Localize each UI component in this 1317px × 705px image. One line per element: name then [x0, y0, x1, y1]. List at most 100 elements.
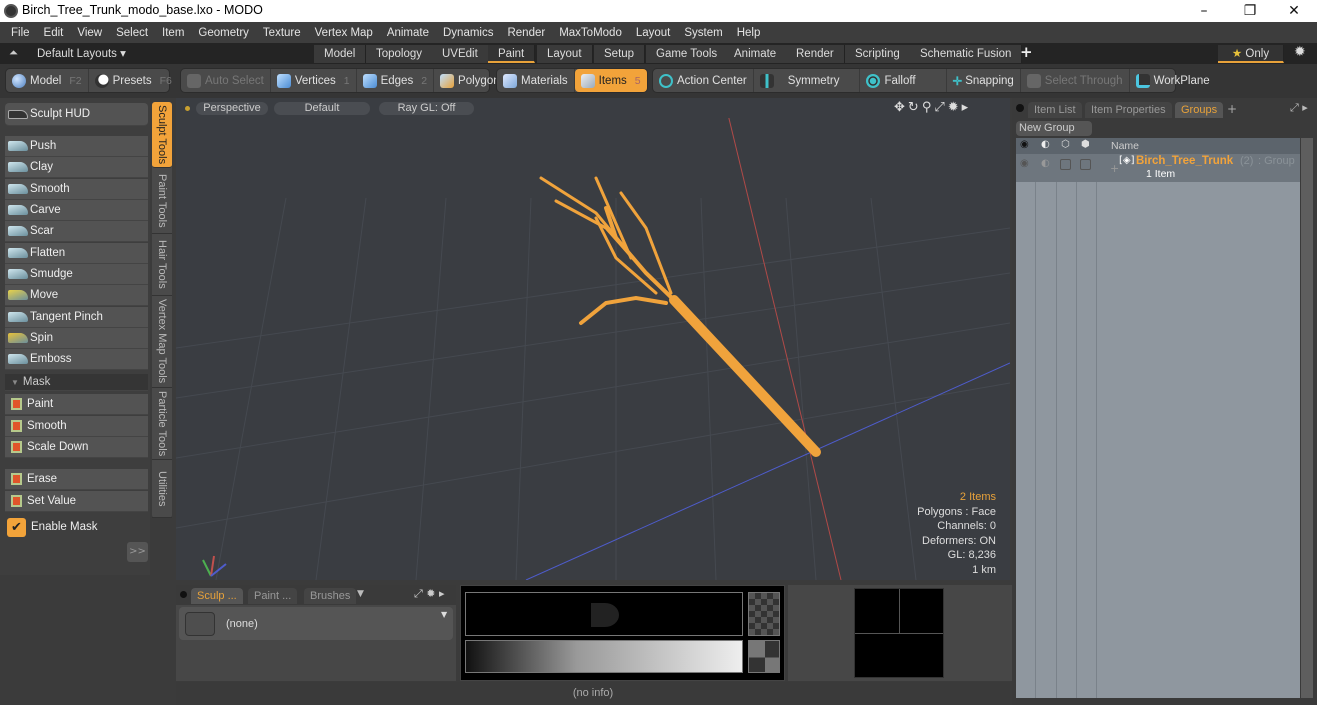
maximize-icon[interactable]: ⤢ [934, 100, 947, 115]
group-list-scrollbar[interactable] [1301, 138, 1313, 698]
edges-button[interactable]: Edges 2 [357, 69, 435, 92]
brush-falloff-gradient[interactable] [465, 640, 743, 673]
menu-view[interactable]: View [70, 27, 109, 39]
model-button[interactable]: Model F2 [6, 69, 89, 92]
auto-select-button[interactable]: Auto Select [181, 69, 271, 92]
layout-tab-paint[interactable]: Paint [488, 45, 536, 63]
pan-icon[interactable]: ✥ [894, 100, 908, 115]
panel-menu-icon[interactable] [1016, 104, 1024, 112]
tab-brushes[interactable]: Brushes [304, 588, 357, 604]
vertices-button[interactable]: Vertices 1 [271, 69, 357, 92]
row-select-toggle[interactable] [1080, 159, 1091, 170]
row-visibility-icon[interactable]: ◉ [1020, 158, 1029, 169]
panel-menu-icon[interactable] [180, 591, 187, 598]
mask-tool-set-value[interactable]: Set Value [5, 491, 148, 512]
close-button[interactable]: ✕ [1271, 0, 1317, 22]
tab-paint-tools[interactable]: Paint Tools [152, 168, 172, 234]
menu-item[interactable]: Item [155, 27, 191, 39]
tabs-dropdown-icon[interactable]: ▼ [357, 589, 364, 599]
select-column-icon[interactable]: ⬢ [1081, 139, 1090, 150]
settings-icon[interactable]: ✹ [948, 100, 962, 115]
tool-carve[interactable]: Carve [5, 200, 148, 221]
workplane-button[interactable]: WorkPlane [1130, 69, 1216, 92]
layout-tab-setup[interactable]: Setup [594, 45, 646, 63]
perspective-dropdown[interactable]: Perspective [196, 102, 268, 115]
default-layouts-dropdown[interactable]: Default Layouts ▾ [37, 46, 126, 60]
tab-paint[interactable]: Paint ... [248, 588, 298, 604]
tab-hair-tools[interactable]: Hair Tools [152, 234, 172, 296]
mask-tool-scale-down[interactable]: Scale Down [5, 437, 148, 458]
layout-tab-game-tools[interactable]: Game Tools [646, 45, 729, 63]
menu-render[interactable]: Render [500, 27, 552, 39]
menu-dynamics[interactable]: Dynamics [436, 27, 500, 39]
tab-sculpt-tools[interactable]: Sculpt Tools [152, 102, 172, 168]
3d-viewport[interactable]: Perspective Default Ray GL: Off ✥↻⚲⤢✹▸ 2… [176, 98, 1010, 580]
visibility-column-icon[interactable]: ◉ [1020, 139, 1029, 150]
brush-color-swatch[interactable] [748, 640, 780, 673]
menu-vertex-map[interactable]: Vertex Map [308, 27, 380, 39]
tab-utilities[interactable]: Utilities [152, 460, 172, 518]
layout-tab-model[interactable]: Model [314, 45, 367, 63]
expand-plus-icon[interactable]: + [1110, 162, 1119, 175]
group-name[interactable]: Birch_Tree_Trunk [1136, 155, 1233, 167]
tool-spin[interactable]: Spin [5, 328, 148, 349]
brush-preset-dropdown[interactable]: (none) ▼ [179, 607, 453, 640]
menu-edit[interactable]: Edit [37, 27, 71, 39]
menu-select[interactable]: Select [109, 27, 155, 39]
symmetry-button[interactable]: Symmetry [754, 69, 861, 92]
snapping-button[interactable]: ✛ Snapping [947, 69, 1021, 92]
row-lock-toggle[interactable] [1060, 159, 1071, 170]
tab-vertex-map-tools[interactable]: Vertex Map Tools [152, 296, 172, 388]
raygl-dropdown[interactable]: Ray GL: Off [379, 102, 474, 115]
render-column-icon[interactable]: ◐ [1041, 139, 1050, 150]
tool-move[interactable]: Move [5, 285, 148, 306]
mask-section-header[interactable]: ▼ Mask [5, 374, 148, 391]
rotate-icon[interactable]: ↻ [908, 100, 922, 115]
menu-animate[interactable]: Animate [380, 27, 436, 39]
tool-clay[interactable]: Clay [5, 157, 148, 178]
layout-collapse-icon[interactable]: ⏶ [9, 46, 18, 60]
restore-button[interactable]: ❐ [1227, 0, 1273, 22]
layout-tab-uvedit[interactable]: UVEdit [432, 45, 489, 63]
layout-tab-animate[interactable]: Animate [724, 45, 788, 63]
brush-alpha-swatch[interactable] [748, 592, 780, 636]
row-render-icon[interactable]: ◐ [1041, 158, 1050, 169]
tab-item-properties[interactable]: Item Properties [1085, 102, 1172, 118]
layout-tab-layout[interactable]: Layout [537, 45, 593, 63]
layout-tab-render[interactable]: Render [786, 45, 845, 63]
action-center-button[interactable]: Action Center [653, 69, 754, 92]
minimize-button[interactable]: – [1181, 0, 1227, 22]
group-row[interactable]: ◉ ◐ + [◈] Birch_Tree_Trunk (2) : Group 1… [1016, 154, 1300, 182]
lock-column-icon[interactable]: ⬡ [1061, 139, 1070, 150]
menu-file[interactable]: File [4, 27, 37, 39]
name-column-header[interactable]: Name [1111, 140, 1139, 152]
tab-particle-tools[interactable]: Particle Tools [152, 388, 172, 460]
tool-flatten[interactable]: Flatten [5, 243, 148, 264]
menu-system[interactable]: System [677, 27, 729, 39]
menu-geometry[interactable]: Geometry [191, 27, 256, 39]
materials-button[interactable]: Materials [497, 69, 575, 92]
select-through-button[interactable]: Select Through [1021, 69, 1130, 92]
tab-sculpt[interactable]: Sculp ... [191, 588, 243, 604]
tab-item-list[interactable]: Item List [1028, 102, 1082, 118]
layout-tab-schematic-fusion[interactable]: Schematic Fusion [910, 45, 1023, 63]
menu-maxtomodo[interactable]: MaxToModo [552, 27, 629, 39]
sculpt-hud-button[interactable]: Sculpt HUD [5, 103, 148, 126]
mask-tool-erase[interactable]: Erase [5, 469, 148, 490]
items-button[interactable]: Items 5 [574, 69, 647, 92]
mask-tool-smooth[interactable]: Smooth [5, 416, 148, 437]
only-toggle[interactable]: ★ Only [1218, 45, 1284, 63]
menu-texture[interactable]: Texture [256, 27, 308, 39]
tool-smudge[interactable]: Smudge [5, 264, 148, 285]
menu-help[interactable]: Help [730, 27, 768, 39]
new-group-button[interactable]: New Group [1016, 121, 1092, 136]
layout-tab-scripting[interactable]: Scripting [845, 45, 911, 63]
shading-dropdown[interactable]: Default [274, 102, 370, 115]
mask-tool-paint[interactable]: Paint [5, 394, 148, 415]
add-tab-button[interactable]: + [1227, 102, 1237, 116]
presets-button[interactable]: Presets F6 [89, 69, 178, 92]
more-arrow-icon[interactable]: ▸ [962, 100, 972, 115]
tab-groups[interactable]: Groups [1175, 102, 1224, 118]
tool-scar[interactable]: Scar [5, 221, 148, 242]
panel-controls-icons[interactable]: ⤢ ✹ ▸ [414, 587, 445, 601]
